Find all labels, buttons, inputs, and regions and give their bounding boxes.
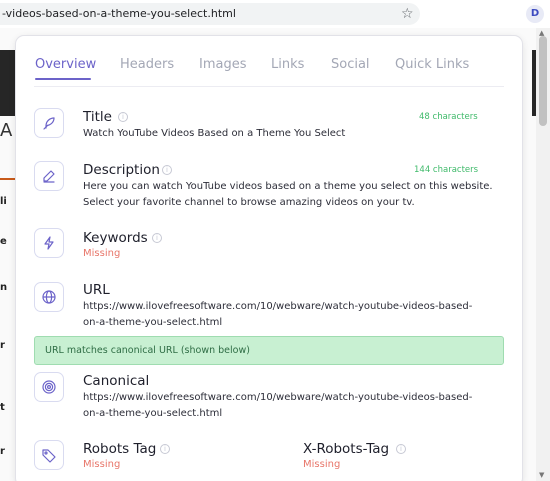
canonical-label: Canonical	[83, 373, 150, 389]
tab-social[interactable]: Social	[331, 57, 370, 72]
tab-quick-links[interactable]: Quick Links	[395, 57, 469, 72]
tab-headers[interactable]: Headers	[120, 57, 174, 72]
target-icon	[34, 372, 64, 402]
extension-icon[interactable]: D	[526, 5, 544, 23]
background-heading-fragment: A	[0, 120, 13, 141]
scroll-down-arrow-icon[interactable]: ▼	[539, 471, 544, 479]
title-value: Watch YouTube Videos Based on a Theme Yo…	[83, 128, 346, 139]
star-icon[interactable]: ☆	[401, 6, 414, 22]
canonical-match-text: URL matches canonical URL (shown below)	[45, 345, 250, 356]
tabs-divider	[34, 86, 504, 87]
active-tab-indicator	[35, 78, 91, 80]
tab-bar: Overview Headers Images Links Social Qui…	[16, 36, 522, 86]
seo-extension-panel: Overview Headers Images Links Social Qui…	[16, 36, 522, 481]
description-value-line1: Here you can watch YouTube videos based …	[83, 181, 493, 192]
url-label: URL	[83, 282, 110, 298]
background-text-fragment: n	[0, 282, 8, 293]
tab-overview[interactable]: Overview	[35, 57, 96, 72]
url-value-line2: on-a-theme-you-select.html	[83, 317, 223, 328]
x-robots-tag-label: X-Robots-Tag	[303, 441, 390, 457]
title-char-count: 48 characters	[419, 112, 478, 122]
title-label: Title	[83, 109, 112, 125]
robots-tag-status: Missing	[83, 459, 121, 470]
robots-tag-label: Robots Tag	[83, 441, 157, 457]
tag-icon	[34, 440, 64, 470]
canonical-value-line1: https://www.ilovefreesoftware.com/10/web…	[83, 392, 473, 403]
tab-links[interactable]: Links	[271, 57, 304, 72]
scrollbar-thumb[interactable]	[539, 36, 547, 126]
url-value-line1: https://www.ilovefreesoftware.com/10/web…	[83, 301, 473, 312]
background-text-fragment: r	[0, 340, 5, 351]
lightning-icon	[34, 228, 64, 258]
tab-images[interactable]: Images	[199, 57, 247, 72]
keywords-label: Keywords	[83, 230, 148, 246]
background-text-fragment: li	[0, 196, 7, 207]
pencil-icon	[34, 161, 64, 191]
robots-tag-info-icon[interactable]: i	[160, 444, 170, 454]
canonical-value-line2: on-a-theme-you-select.html	[83, 408, 223, 419]
background-banner-left	[0, 50, 16, 116]
background-text-fragment: t	[0, 402, 5, 413]
background-text-fragment: e	[0, 236, 7, 247]
keywords-info-icon[interactable]: i	[152, 233, 162, 243]
description-label: Description	[83, 162, 160, 178]
background-accent-line	[0, 178, 16, 180]
address-bar-url[interactable]: -videos-based-on-a-theme-you-select.html	[2, 7, 236, 20]
x-robots-tag-status: Missing	[303, 459, 341, 470]
description-info-icon[interactable]: i	[162, 165, 172, 175]
x-robots-tag-info-icon[interactable]: i	[396, 444, 406, 454]
description-char-count: 144 characters	[414, 165, 479, 175]
title-info-icon[interactable]: i	[118, 112, 128, 122]
browser-toolbar: -videos-based-on-a-theme-you-select.html…	[0, 0, 550, 28]
address-bar[interactable]: -videos-based-on-a-theme-you-select.html…	[0, 3, 420, 25]
canonical-match-banner: URL matches canonical URL (shown below)	[34, 336, 504, 365]
description-value-line2: Select your favorite channel to browse a…	[83, 197, 415, 208]
globe-icon	[34, 282, 64, 312]
keywords-status: Missing	[83, 248, 121, 259]
feather-icon	[34, 108, 64, 138]
background-text-fragment: r	[0, 446, 5, 457]
